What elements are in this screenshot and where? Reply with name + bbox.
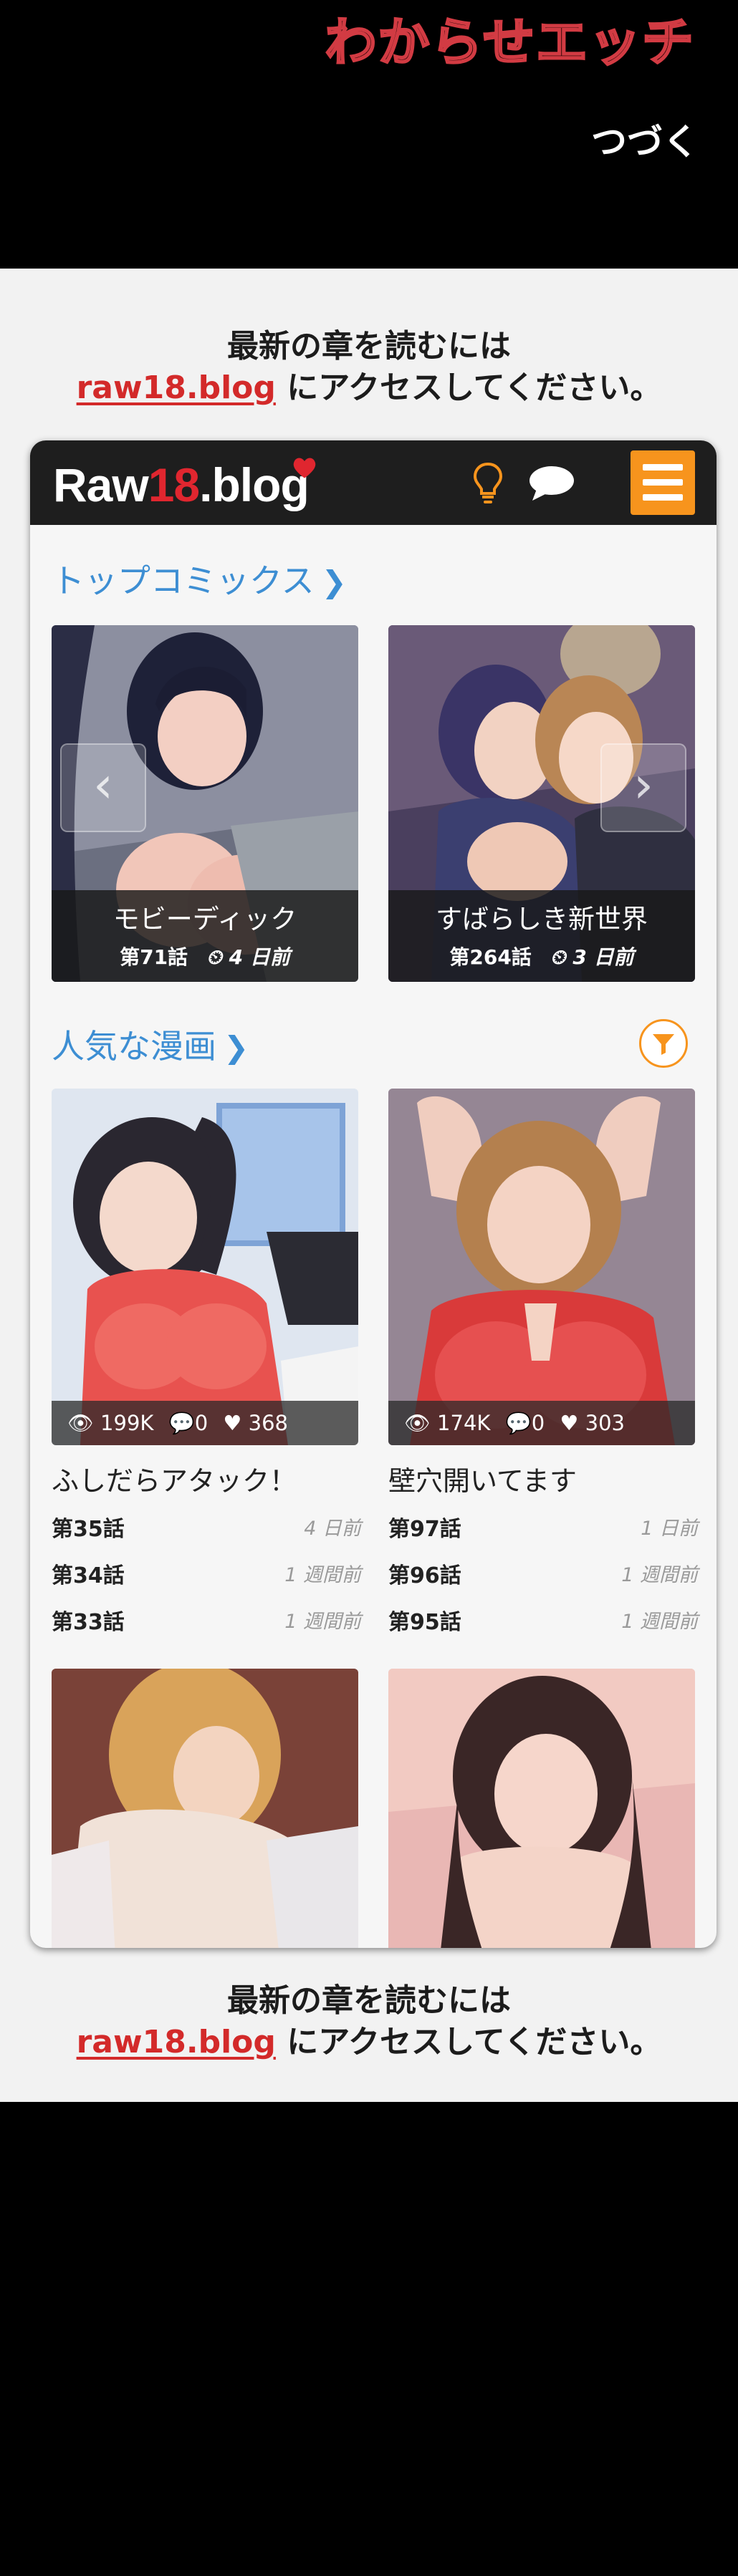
- menu-icon: [643, 464, 683, 471]
- popular-label: 人気な漫画: [52, 1027, 216, 1066]
- chapter-name: 第95話: [388, 1610, 461, 1635]
- notice-top: 最新の章を読むには raw18.blog にアクセスしてください。: [0, 326, 738, 409]
- card-meta: 第71話 ⏲ 4 日前: [52, 942, 358, 970]
- notice-line2: raw18.blog にアクセスしてください。: [0, 367, 738, 409]
- manga-title[interactable]: 壁穴開いてます: [388, 1459, 577, 1498]
- likes-count: 303: [585, 1411, 625, 1435]
- card-caption: すばらしき新世界 第264話 ⏲ 3 日前: [388, 890, 695, 982]
- bottom-black-area: [0, 2102, 738, 2576]
- logo-number: 18: [148, 458, 200, 511]
- filter-icon: [653, 1034, 674, 1055]
- clock-icon: ⏲: [206, 945, 229, 969]
- site-card: Raw18.blog トップコミックス ❯ ‹ モビーディック 第71話 ⏲ 4…: [30, 440, 717, 1948]
- chapter-time: 1 日前: [641, 1518, 698, 1540]
- continued-text: つづく: [591, 121, 699, 163]
- heart-icon: ♥: [560, 1411, 579, 1435]
- manga-stats: 👁 199K 💬0 ♥ 368: [52, 1401, 358, 1445]
- menu-icon-bar: [643, 479, 683, 486]
- chat-icon[interactable]: [528, 465, 575, 502]
- card-title: モビーディック: [112, 904, 297, 935]
- carousel-next-button[interactable]: ›: [600, 743, 686, 832]
- manga-title[interactable]: ふしだらアタック！: [52, 1459, 297, 1498]
- chapter-time: 1 週間前: [284, 1611, 361, 1633]
- notice-suffix: にアクセスしてください。: [275, 370, 662, 406]
- carousel-prev-button[interactable]: ‹: [60, 743, 146, 832]
- notice-line1: 最新の章を読むには: [227, 328, 511, 365]
- notice-suffix: にアクセスしてください。: [275, 2024, 662, 2060]
- eye-icon: 👁: [67, 1411, 94, 1435]
- menu-button[interactable]: [631, 450, 695, 515]
- likes-count: 368: [248, 1411, 288, 1435]
- chapter-row[interactable]: 第96話 1 週間前: [388, 1558, 698, 1598]
- chapter-row[interactable]: 第34話 1 週間前: [52, 1558, 361, 1598]
- site-header: Raw18.blog: [30, 440, 717, 525]
- clock-icon: ⏲: [550, 945, 573, 969]
- chapter-time: 1 週間前: [621, 1611, 698, 1633]
- lightbulb-icon[interactable]: [472, 462, 504, 506]
- card-chapter: 第71話: [120, 945, 188, 969]
- card-time-text: 3 日前: [572, 945, 634, 969]
- cover-image: [52, 1089, 358, 1445]
- logo-prefix: Raw: [53, 458, 149, 511]
- top-comics-label: トップコミックス: [52, 561, 315, 600]
- cover-image: [388, 1669, 695, 1948]
- manga-card[interactable]: 👁 174K 💬0 ♥ 303: [388, 1089, 695, 1445]
- chapter-time: 1 週間前: [284, 1564, 361, 1586]
- notice-link[interactable]: raw18.blog: [77, 370, 276, 406]
- chapter-row[interactable]: 第33話 1 週間前: [52, 1604, 361, 1644]
- heart-icon: ♥: [223, 1411, 242, 1435]
- card-title: すばらしき新世界: [436, 904, 648, 935]
- chapter-name: 第35話: [52, 1517, 125, 1542]
- heart-icon: [293, 458, 316, 478]
- popular-title[interactable]: 人気な漫画 ❯: [52, 1021, 249, 1068]
- card-time: ⏲ 4 日前: [206, 945, 290, 969]
- comments-count: 0: [531, 1411, 545, 1435]
- chapter-name: 第34話: [52, 1563, 125, 1588]
- site-logo[interactable]: Raw18.blog: [53, 458, 310, 512]
- filter-button[interactable]: [639, 1019, 688, 1068]
- chevron-right-icon: ❯: [321, 564, 347, 599]
- menu-icon-bar: [643, 494, 683, 501]
- cover-image: [52, 1669, 358, 1948]
- chapter-name: 第97話: [388, 1517, 461, 1542]
- eye-icon: 👁: [404, 1411, 431, 1435]
- comments-count: 0: [194, 1411, 209, 1435]
- notice-line1: 最新の章を読むには: [227, 1982, 511, 2019]
- card-time-text: 4 日前: [229, 945, 290, 969]
- notice-link[interactable]: raw18.blog: [77, 2024, 276, 2060]
- chapter-time: 1 週間前: [621, 1564, 698, 1586]
- comment-icon: 💬: [505, 1411, 532, 1435]
- comic-title: わからせエッチ: [324, 11, 695, 74]
- chapter-row[interactable]: 第35話 4 日前: [52, 1511, 361, 1551]
- chapter-time: 4 日前: [304, 1518, 361, 1540]
- card-chapter: 第264話: [449, 945, 532, 969]
- chevron-right-icon: ❯: [224, 1030, 249, 1065]
- manga-card[interactable]: 👁 199K 💬0 ♥ 368: [52, 1089, 358, 1445]
- views-count: 199K: [100, 1411, 154, 1435]
- manga-stats: 👁 174K 💬0 ♥ 303: [388, 1401, 695, 1445]
- card-caption: モビーディック 第71話 ⏲ 4 日前: [52, 890, 358, 982]
- top-comic-card[interactable]: › すばらしき新世界 第264話 ⏲ 3 日前: [388, 625, 695, 982]
- chapter-name: 第33話: [52, 1610, 125, 1635]
- comment-icon: 💬: [168, 1411, 195, 1435]
- notice-line2: raw18.blog にアクセスしてください。: [0, 2022, 738, 2063]
- notice-bottom: 最新の章を読むには raw18.blog にアクセスしてください。: [0, 1980, 738, 2063]
- top-comics-title[interactable]: トップコミックス ❯: [52, 555, 347, 602]
- chapter-row[interactable]: 第97話 1 日前: [388, 1511, 698, 1551]
- manga-card[interactable]: [52, 1669, 358, 1948]
- chapter-row[interactable]: 第95話 1 週間前: [388, 1604, 698, 1644]
- chapter-name: 第96話: [388, 1563, 461, 1588]
- views-count: 174K: [437, 1411, 491, 1435]
- card-time: ⏲ 3 日前: [550, 945, 634, 969]
- top-comic-card[interactable]: ‹ モビーディック 第71話 ⏲ 4 日前: [52, 625, 358, 982]
- card-meta: 第264話 ⏲ 3 日前: [388, 942, 695, 970]
- cover-image: [388, 1089, 695, 1445]
- manga-card[interactable]: [388, 1669, 695, 1948]
